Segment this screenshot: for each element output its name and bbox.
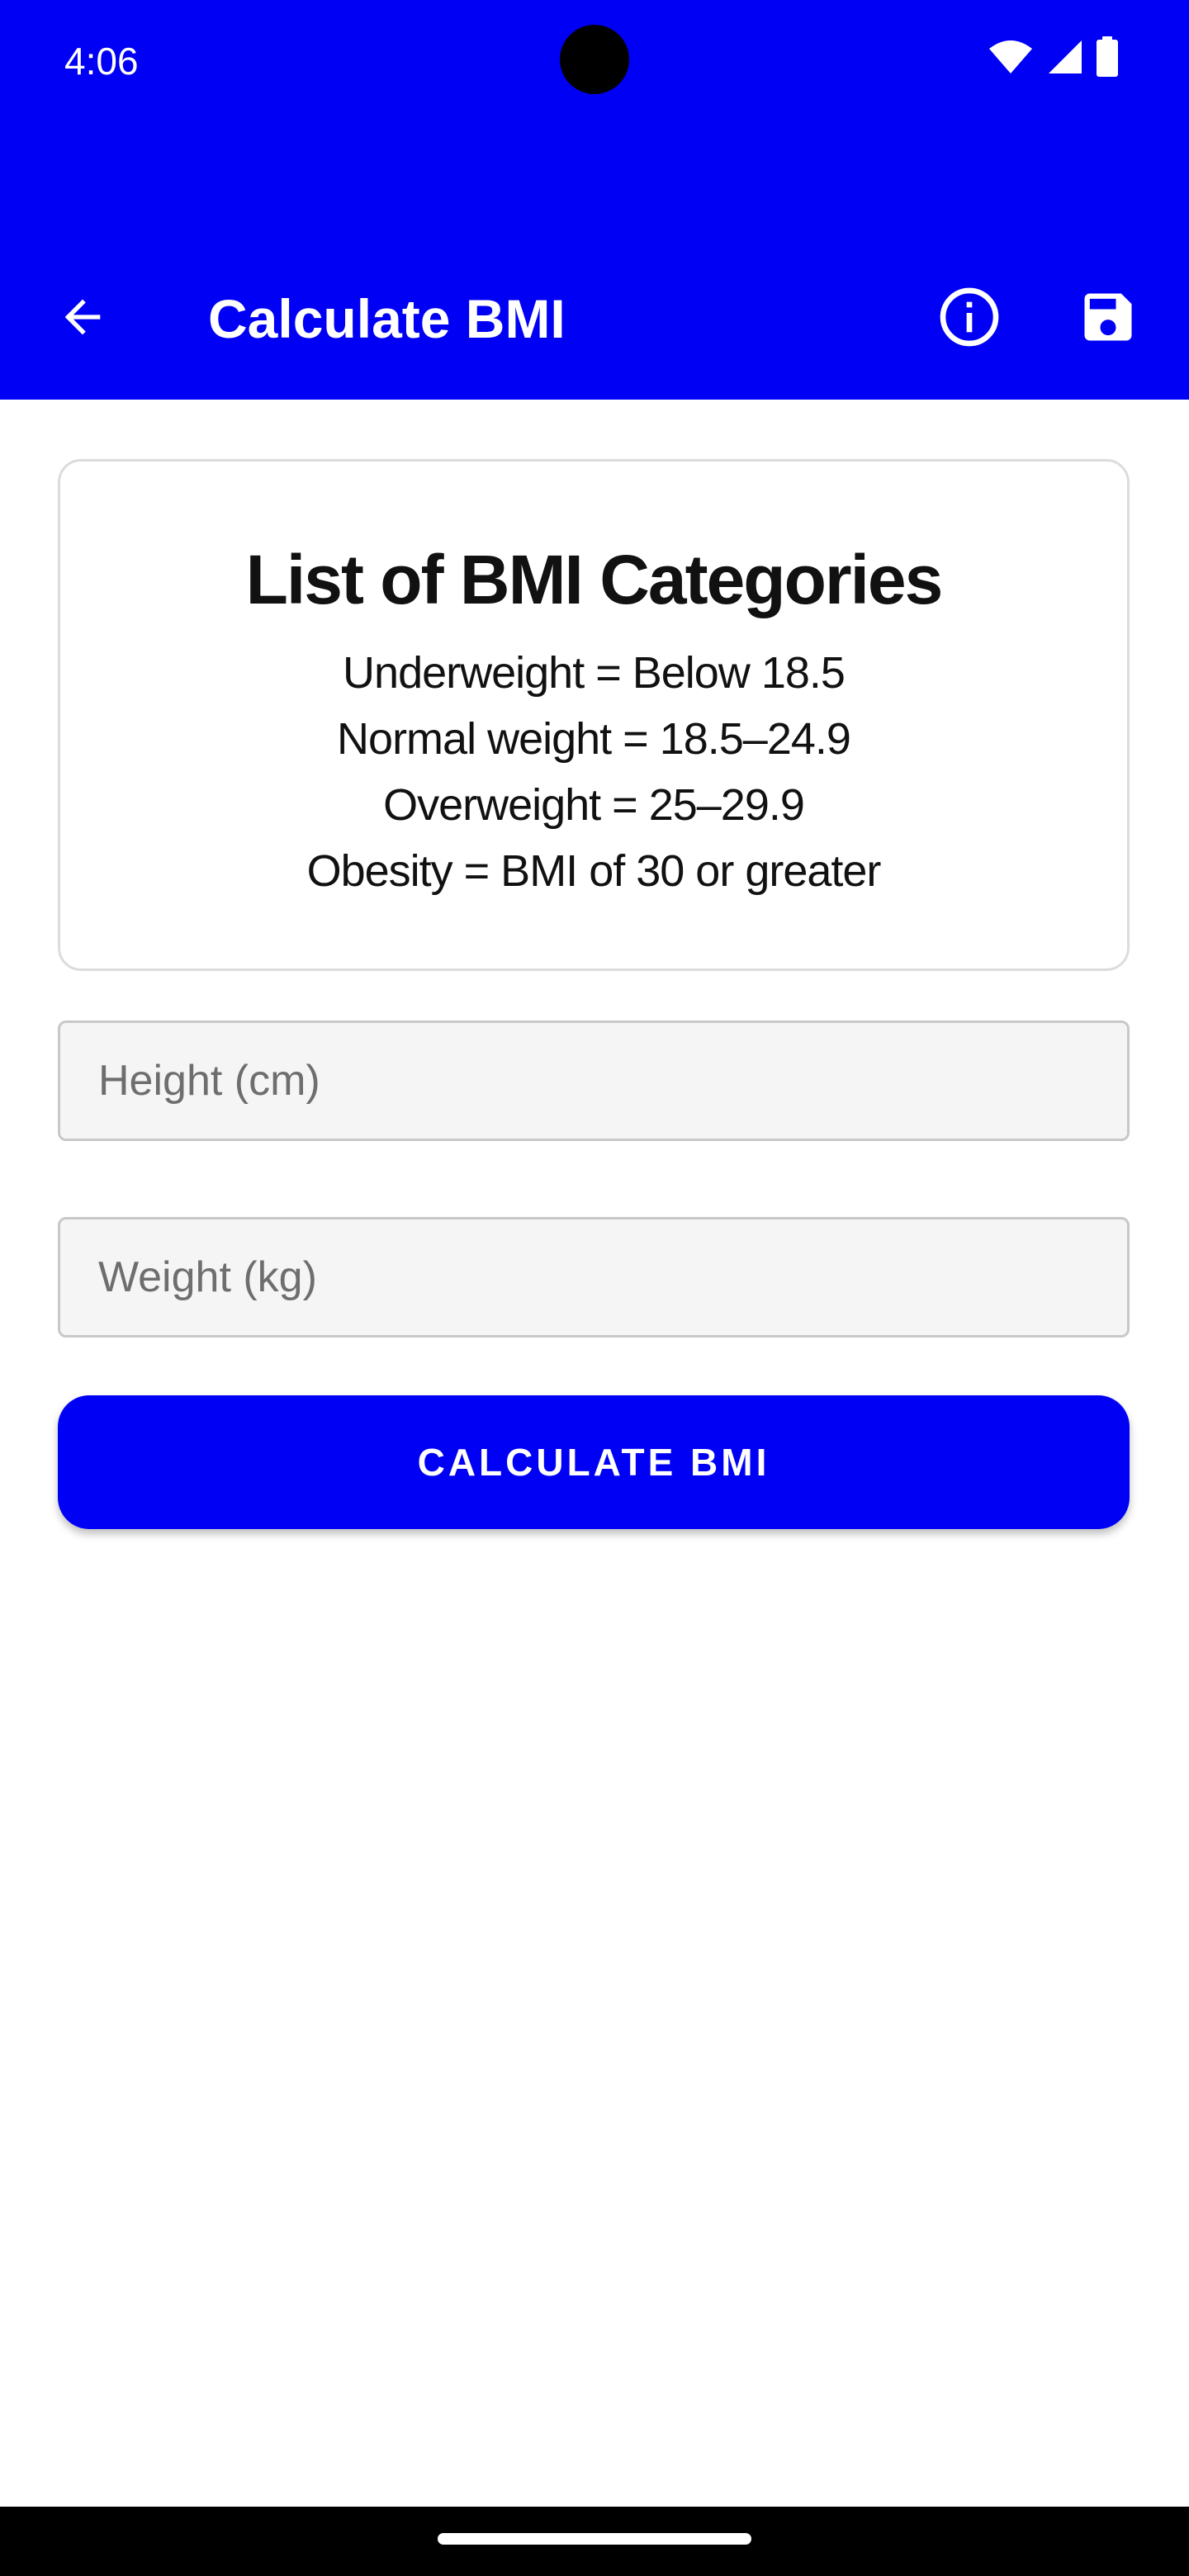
back-arrow-icon [64, 299, 101, 335]
save-button[interactable] [1068, 277, 1148, 357]
info-icon [940, 287, 999, 347]
save-icon [1084, 293, 1132, 341]
camera-cutout [560, 25, 629, 94]
weight-field[interactable] [58, 1217, 1130, 1338]
back-button[interactable] [43, 277, 122, 357]
status-icons [988, 36, 1120, 78]
weight-input[interactable] [60, 1219, 1127, 1335]
category-obesity: Obesity = BMI of 30 or greater [306, 846, 882, 896]
calculate-bmi-button[interactable]: CALCULATE BMI [58, 1395, 1130, 1529]
home-gesture-handle[interactable] [438, 2533, 751, 2545]
info-button[interactable] [930, 277, 1009, 357]
page-title: Calculate BMI [208, 288, 566, 349]
category-overweight: Overweight = 25–29.9 [383, 780, 805, 830]
height-input[interactable] [60, 1023, 1127, 1139]
category-underweight: Underweight = Below 18.5 [343, 648, 846, 698]
bmi-categories-card: List of BMI Categories Underweight = Bel… [58, 459, 1130, 971]
card-title: List of BMI Categories [245, 541, 944, 618]
category-list: Underweight = Below 18.5 Normal weight =… [60, 640, 1127, 904]
category-normal: Normal weight = 18.5–24.9 [337, 714, 851, 764]
app-bar: 4:06 Calculate BMI [0, 0, 1189, 400]
status-time: 4:06 [64, 40, 139, 83]
signal-icon [1045, 39, 1083, 75]
wifi-icon [988, 39, 1034, 75]
height-field[interactable] [58, 1020, 1130, 1141]
battery-icon [1095, 36, 1120, 78]
